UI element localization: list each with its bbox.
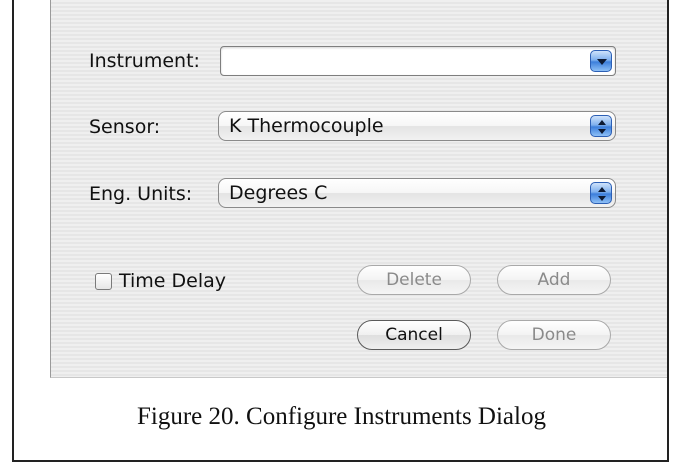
delete-button[interactable]: Delete <box>357 265 471 295</box>
eng-units-value: Degrees C <box>229 182 328 204</box>
cancel-button[interactable]: Cancel <box>357 320 471 350</box>
sensor-label: Sensor: <box>89 116 161 138</box>
eng-units-popup[interactable]: Degrees C <box>218 178 616 208</box>
up-down-arrows-icon <box>598 187 606 201</box>
eng-units-label: Eng. Units: <box>89 183 193 205</box>
sensor-arrows-button[interactable] <box>590 115 612 137</box>
time-delay-checkbox[interactable] <box>95 273 112 290</box>
instrument-combo[interactable] <box>220 46 616 76</box>
sensor-popup[interactable]: K Thermocouple <box>218 111 616 141</box>
figure-caption: Figure 20. Configure Instruments Dialog <box>137 403 546 430</box>
chevron-down-icon <box>597 59 607 65</box>
instrument-dropdown-button[interactable] <box>590 50 612 72</box>
configure-instruments-dialog: Instrument: Sensor: K Thermocouple Eng. … <box>50 0 667 378</box>
up-down-arrows-icon <box>598 120 606 134</box>
instrument-label: Instrument: <box>89 50 200 72</box>
add-button[interactable]: Add <box>497 265 611 295</box>
time-delay-label[interactable]: Time Delay <box>119 270 226 292</box>
eng-units-arrows-button[interactable] <box>590 182 612 204</box>
sensor-value: K Thermocouple <box>229 115 384 137</box>
done-button[interactable]: Done <box>497 320 611 350</box>
